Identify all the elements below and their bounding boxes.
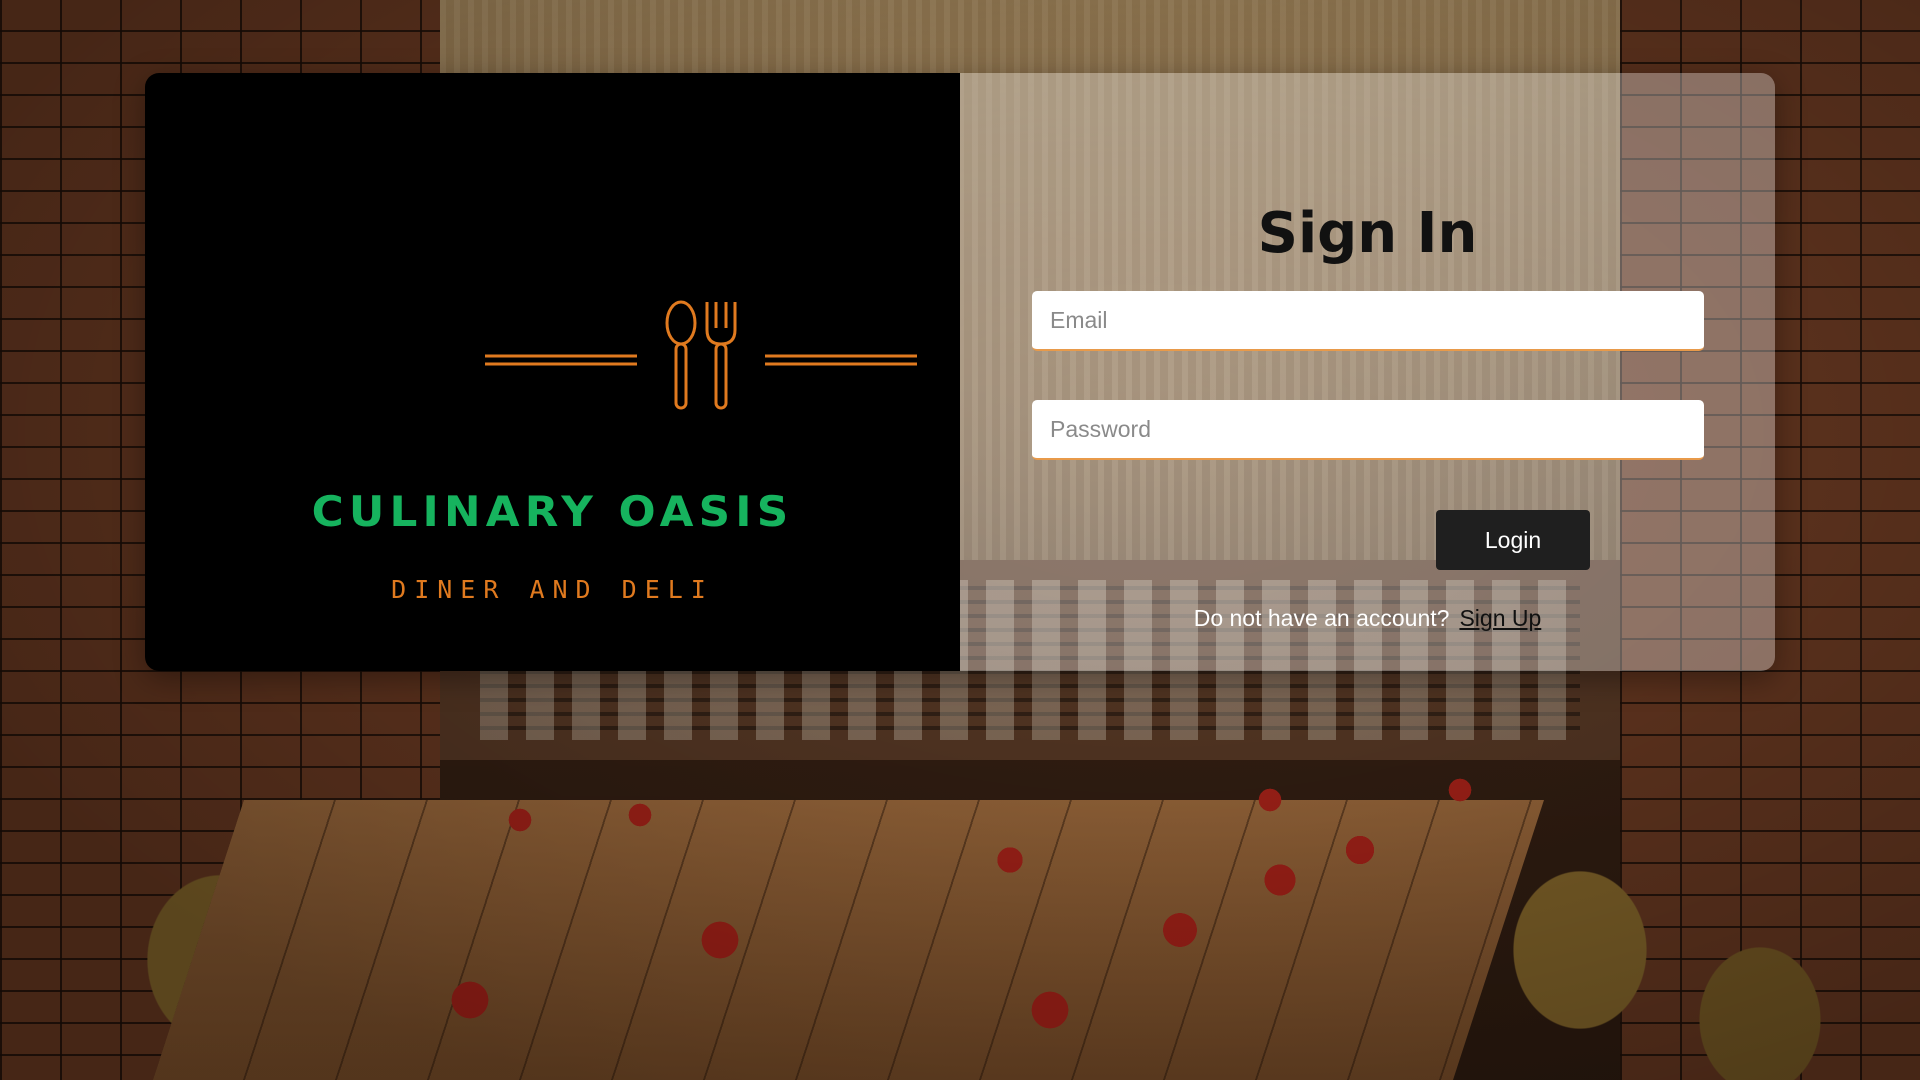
email-field[interactable]: [1032, 291, 1704, 351]
signup-row: Do not have an account? Sign Up: [960, 605, 1775, 632]
sign-in-panel: Sign In Login Do not have an account? Sig…: [960, 73, 1775, 671]
brand-tagline: DINER AND DELI: [391, 575, 714, 604]
spoon-and-fork-icon: [485, 300, 917, 410]
brand-panel: CULINARY OASIS DINER AND DELI: [145, 73, 960, 671]
brand-name: CULINARY OASIS: [311, 487, 794, 536]
login-button[interactable]: Login: [1436, 510, 1590, 570]
signup-link[interactable]: Sign Up: [1459, 605, 1541, 631]
login-card: CULINARY OASIS DINER AND DELI Sign In Lo…: [145, 73, 1775, 671]
signup-prompt: Do not have an account?: [1193, 605, 1450, 631]
password-field[interactable]: [1032, 400, 1704, 460]
page-title: Sign In: [1257, 201, 1478, 266]
